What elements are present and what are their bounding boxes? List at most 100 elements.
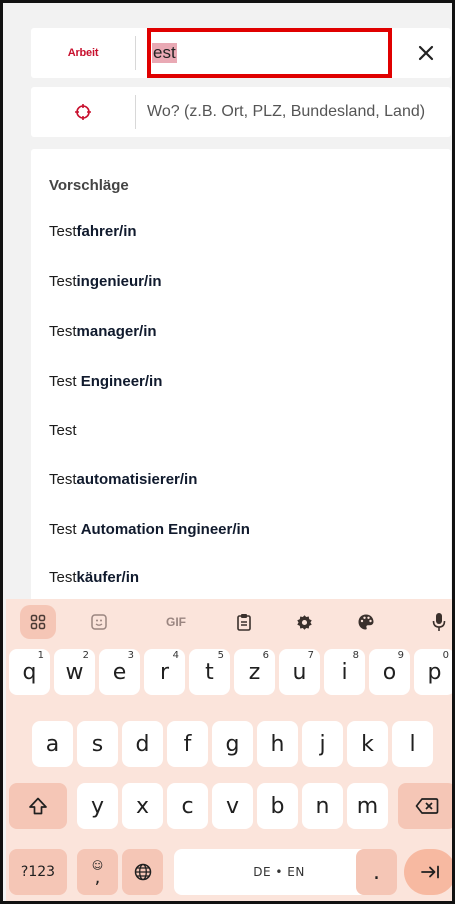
key-o[interactable]: o9 [369, 649, 410, 695]
key-x[interactable]: x [122, 783, 163, 829]
key-hint: 6 [262, 650, 269, 661]
key-p[interactable]: p0 [414, 649, 452, 695]
suggestion-item[interactable]: Testfahrer/in [49, 223, 137, 240]
close-icon [418, 45, 434, 61]
globe-icon [134, 863, 151, 881]
gif-button[interactable]: GIF [156, 605, 196, 639]
key-label: e [112, 659, 127, 685]
suggestion-prefix: Test [49, 373, 81, 390]
job-search-row: Arbeit est [31, 28, 451, 78]
key-label: o [382, 659, 397, 685]
what-search-input[interactable]: est [147, 28, 392, 78]
suggestion-item[interactable]: Test Automation Engineer/in [49, 521, 250, 538]
suggestion-prefix: Test [49, 422, 77, 439]
key-s[interactable]: s [77, 721, 118, 767]
suggestion-item[interactable]: Testautomatisierer/in [49, 471, 197, 488]
shift-icon [29, 797, 47, 815]
key-label: w [65, 659, 84, 685]
key-hint: 4 [172, 650, 179, 661]
on-screen-keyboard: GIF q 1 w 2 e 3 r 4 t 5 z 6 u 7 i 8 o 9 … [6, 599, 452, 901]
key-g[interactable]: g [212, 721, 253, 767]
suggestion-prefix: Test [49, 323, 77, 340]
key-e[interactable]: e3 [99, 649, 140, 695]
suggestion-completion: ingenieur/in [76, 273, 162, 290]
key-i[interactable]: i8 [324, 649, 365, 695]
suggestion-item[interactable]: Testingenieur/in [49, 273, 162, 290]
key-hint: 1 [37, 650, 44, 661]
suggestion-prefix: Test [49, 223, 77, 240]
divider [135, 95, 136, 129]
settings-button[interactable] [286, 605, 322, 639]
suggestion-completion: manager/in [76, 323, 157, 340]
backspace-key[interactable] [398, 783, 452, 829]
key-r[interactable]: r4 [144, 649, 185, 695]
apps-button[interactable] [20, 605, 56, 639]
voice-input-button[interactable] [424, 605, 452, 639]
space-key[interactable]: DE • EN [174, 849, 384, 895]
suggestion-completion: fahrer/in [76, 223, 137, 240]
key-t[interactable]: t5 [189, 649, 230, 695]
key-hint: 8 [352, 650, 359, 661]
theme-button[interactable] [348, 605, 384, 639]
locate-button[interactable] [31, 87, 135, 137]
key-d[interactable]: d [122, 721, 163, 767]
key-m[interactable]: m [347, 783, 388, 829]
clipboard-button[interactable] [226, 605, 262, 639]
key-label: u [292, 659, 307, 685]
key-h[interactable]: h [257, 721, 298, 767]
backspace-icon [415, 798, 439, 814]
grid-icon [30, 614, 46, 630]
suggestion-item[interactable]: Test Engineer/in [49, 373, 162, 390]
key-hint: 7 [307, 650, 314, 661]
enter-key[interactable] [404, 849, 452, 895]
key-hint: 2 [82, 650, 89, 661]
suggestion-completion: Automation Engineer/in [80, 521, 250, 538]
suggestion-item[interactable]: Testkäufer/in [49, 569, 139, 586]
sticker-button[interactable] [81, 605, 117, 639]
suggestion-prefix: Test [49, 471, 77, 488]
symbols-key[interactable]: ?123 [9, 849, 67, 895]
app-screen: Arbeit est Wo? (z.B. Ort, PLZ, Bundeslan… [0, 0, 455, 904]
key-label: p [427, 659, 442, 685]
divider [135, 36, 136, 70]
suggestion-item[interactable]: Test [49, 422, 77, 439]
period-key[interactable]: . [356, 849, 397, 895]
next-arrow-icon [421, 865, 439, 879]
key-label: t [205, 659, 214, 685]
key-u[interactable]: u7 [279, 649, 320, 695]
suggestion-prefix: Test [49, 569, 77, 586]
microphone-icon [432, 613, 446, 631]
key-j[interactable]: j [302, 721, 343, 767]
key-w[interactable]: w2 [54, 649, 95, 695]
location-input[interactable]: Wo? (z.B. Ort, PLZ, Bundesland, Land) [147, 87, 425, 137]
key-b[interactable]: b [257, 783, 298, 829]
key-y[interactable]: y [77, 783, 118, 829]
suggestion-prefix: Test [49, 521, 81, 538]
suggestion-completion: Engineer/in [80, 373, 163, 390]
clear-button[interactable] [409, 36, 443, 70]
gear-icon [296, 614, 312, 630]
palette-icon [358, 614, 374, 630]
category-chip[interactable]: Arbeit [31, 28, 135, 78]
key-label: r [159, 659, 170, 685]
key-c[interactable]: c [167, 783, 208, 829]
key-f[interactable]: f [167, 721, 208, 767]
key-k[interactable]: k [347, 721, 388, 767]
key-label: q [22, 659, 37, 685]
emoji-comma-key[interactable]: ☺ , [77, 849, 118, 895]
key-l[interactable]: l [392, 721, 433, 767]
key-q[interactable]: q1 [9, 649, 50, 695]
language-key[interactable] [122, 849, 163, 895]
key-z[interactable]: z6 [234, 649, 275, 695]
key-hint: 3 [127, 650, 134, 661]
what-input-value: est [152, 43, 177, 63]
key-n[interactable]: n [302, 783, 343, 829]
suggestion-item[interactable]: Testmanager/in [49, 323, 157, 340]
key-v[interactable]: v [212, 783, 253, 829]
shift-key[interactable] [9, 783, 67, 829]
key-a[interactable]: a [32, 721, 73, 767]
key-hint: 9 [397, 650, 404, 661]
crosshair-icon [75, 104, 91, 120]
suggestion-completion: käufer/in [76, 569, 140, 586]
clipboard-icon [237, 614, 251, 631]
